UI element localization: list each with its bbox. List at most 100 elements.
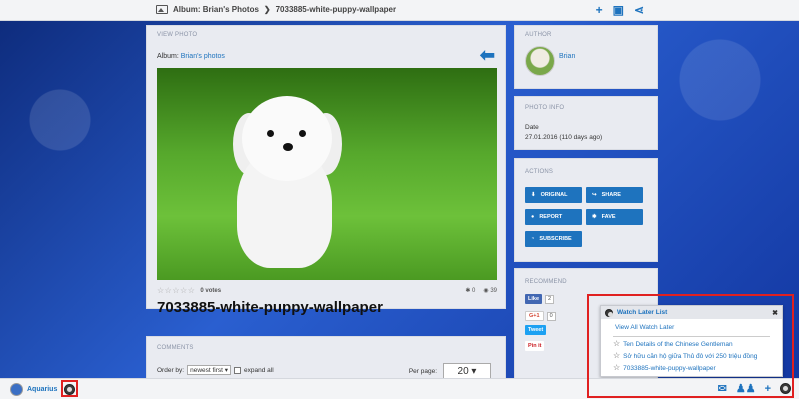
eye-icon: ◉: [483, 288, 489, 294]
subscribe-label: SUBSCRIBE: [539, 236, 572, 242]
actions-panel: ACTIONS ⬇ ORIGINAL ↪ SHARE ● REPORT ✱ FAVE ◔…: [514, 158, 658, 262]
favorites-stat: ✱ 0: [465, 287, 475, 294]
section-title: VIEW PHOTO: [157, 32, 198, 38]
close-icon[interactable]: ✖: [772, 309, 778, 317]
avatar: [10, 383, 23, 396]
top-bar: Album: Brian's Photos ❯ 7033885-white-pu…: [0, 0, 799, 21]
users-icon[interactable]: ♟♟: [736, 382, 756, 395]
views-count: 39: [490, 288, 497, 294]
watch-later-item-label[interactable]: Ten Details of the Chinese Gentleman: [623, 341, 732, 348]
photo-info-panel: PHOTO INFO Date 27.01.2016 (110 days ago…: [514, 96, 658, 150]
add-icon[interactable]: +: [596, 3, 603, 17]
votes-count: 0 votes: [200, 287, 222, 294]
photo-title: 7033885-white-puppy-wallpaper: [157, 299, 383, 316]
bottom-icons: ✉ ♟♟ +: [718, 382, 791, 395]
watch-later-item[interactable]: ☆ Sở hữu căn hộ giữa Thủ đô với 250 triệu…: [613, 352, 757, 360]
rating-stars[interactable]: ☆☆☆☆☆: [157, 286, 195, 295]
facebook-like[interactable]: Like 2: [525, 294, 555, 304]
recommend-title: RECOMMEND: [525, 279, 567, 285]
star-outline-icon[interactable]: ☆: [613, 364, 620, 372]
rating-row: ☆☆☆☆☆ 0 votes ✱ 0 ◉ 39: [157, 286, 497, 295]
order-value: newest first: [190, 367, 223, 374]
watch-later-item-label[interactable]: Sở hữu căn hộ giữa Thủ đô với 250 triệu …: [623, 353, 757, 360]
image-icon: [156, 5, 168, 14]
author-panel: AUTHOR Brian: [514, 25, 658, 89]
mail-icon[interactable]: ✉: [718, 382, 727, 395]
add-icon[interactable]: +: [765, 383, 771, 395]
original-button[interactable]: ⬇ ORIGINAL: [525, 187, 582, 203]
user-menu[interactable]: Aquarius: [10, 383, 57, 396]
watch-later-item[interactable]: ☆ Ten Details of the Chinese Gentleman: [613, 340, 733, 348]
views-stat: ◉ 39: [483, 287, 497, 294]
photo-icon[interactable]: ▣: [613, 3, 624, 17]
star-outline-icon[interactable]: ☆: [613, 352, 620, 360]
report-button[interactable]: ● REPORT: [525, 209, 582, 225]
actions-title: ACTIONS: [525, 169, 554, 175]
share-icon[interactable]: ⋖: [634, 3, 644, 17]
album-breadcrumb-link[interactable]: Album: Brian's Photos: [173, 5, 259, 14]
star-icon: ✱: [465, 288, 471, 294]
view-photo-panel: VIEW PHOTO Album: Brian's photos ⬅ ☆☆☆☆☆…: [146, 25, 506, 316]
google-plus[interactable]: G+1 0: [525, 311, 556, 321]
album-link[interactable]: Brian's photos: [181, 53, 225, 60]
watch-later-item-label[interactable]: 7033885-white-puppy-wallpaper: [623, 365, 716, 372]
tweet-button[interactable]: Tweet: [525, 325, 547, 335]
share-label: SHARE: [601, 192, 621, 198]
google-plus-count: 0: [546, 311, 556, 321]
tweet[interactable]: Tweet: [525, 325, 547, 335]
album-line: Album: Brian's photos: [157, 53, 225, 60]
share-arrow-icon: ↪: [592, 192, 597, 198]
dog-eye: [299, 130, 306, 137]
fave-label: FAVE: [601, 214, 616, 220]
report-label: REPORT: [539, 214, 563, 220]
expand-all-checkbox[interactable]: [234, 366, 242, 374]
divider: [613, 336, 770, 337]
pinterest[interactable]: Pin it: [525, 341, 545, 351]
subscribe-button[interactable]: ◔ SUBSCRIBE: [525, 231, 582, 247]
order-label: Order by:: [157, 366, 185, 374]
order-controls: Order by: newest first ▾ expand all: [157, 365, 274, 375]
star-outline-icon[interactable]: ☆: [613, 340, 620, 348]
view-all-watch-later-link[interactable]: View All Watch Later: [615, 324, 674, 331]
username[interactable]: Aquarius: [27, 386, 57, 393]
per-page-value: 20: [457, 366, 469, 377]
breadcrumb: Album: Brian's Photos ❯ 7033885-white-pu…: [156, 5, 396, 14]
rss-icon: ◔: [531, 236, 535, 242]
download-icon: ⬇: [531, 192, 536, 198]
watch-later-title: Watch Later List: [617, 309, 668, 316]
watch-later-item[interactable]: ☆ 7033885-white-puppy-wallpaper: [613, 364, 716, 372]
photo[interactable]: [157, 68, 497, 280]
dog-nose: [283, 143, 293, 151]
dog-eye: [267, 130, 274, 137]
favorites-count: 0: [472, 288, 476, 294]
album-prefix: Album:: [157, 53, 179, 60]
alert-icon: ●: [531, 214, 535, 220]
facebook-like-button[interactable]: Like: [525, 294, 543, 304]
author-name[interactable]: Brian: [559, 53, 575, 60]
google-plus-button[interactable]: G+1: [525, 311, 544, 321]
date-value: 27.01.2016 (110 days ago): [525, 134, 603, 141]
chevron-right-icon: ❯: [263, 5, 271, 14]
stats: ✱ 0 ◉ 39: [465, 287, 497, 294]
back-arrow-icon[interactable]: ⬅: [480, 46, 495, 64]
watch-later-icon: [605, 308, 613, 317]
date-label: Date: [525, 124, 539, 131]
order-select[interactable]: newest first ▾: [187, 365, 232, 375]
original-label: ORIGINAL: [540, 192, 568, 198]
share-button[interactable]: ↪ SHARE: [586, 187, 643, 203]
watch-later-button[interactable]: [64, 384, 75, 395]
watch-later-icon[interactable]: [780, 383, 791, 394]
author-title: AUTHOR: [525, 32, 552, 38]
bottom-bar: Aquarius ✉ ♟♟ +: [0, 378, 799, 399]
photo-info-title: PHOTO INFO: [525, 105, 565, 111]
breadcrumb-current: 7033885-white-puppy-wallpaper: [275, 5, 397, 14]
pin-it-button[interactable]: Pin it: [525, 341, 545, 351]
top-actions: + ▣ ⋖: [596, 3, 644, 17]
facebook-count: 2: [545, 294, 555, 304]
watch-later-header: Watch Later List ✖: [601, 306, 782, 319]
dog-head: [242, 96, 332, 181]
star-icon: ✱: [592, 214, 597, 220]
avatar[interactable]: [525, 46, 555, 76]
comments-title: COMMENTS: [157, 345, 194, 351]
fave-button[interactable]: ✱ FAVE: [586, 209, 643, 225]
